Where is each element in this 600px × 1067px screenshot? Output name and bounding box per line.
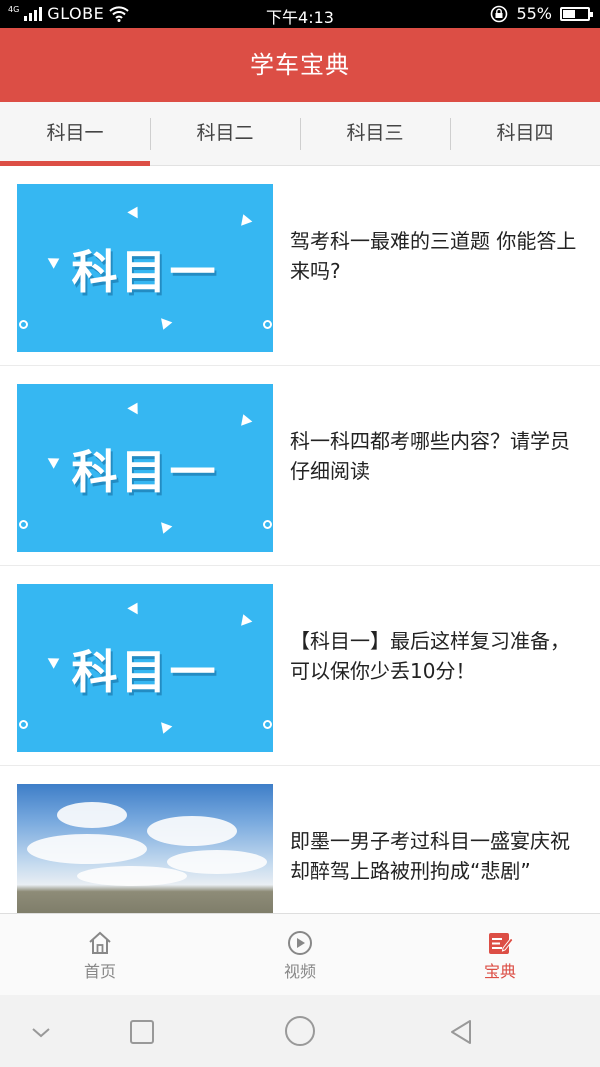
tab-label: 科目三 — [346, 122, 404, 144]
thumbnail-text: 科目一 — [71, 245, 219, 299]
nav-label: 首页 — [83, 962, 116, 981]
nav-label: 宝典 — [483, 962, 516, 981]
tab-subject-2[interactable]: 科目二 — [150, 102, 300, 165]
article-photo — [17, 784, 273, 913]
chevron-down-icon[interactable] — [26, 1017, 56, 1047]
battery-icon — [560, 6, 593, 21]
nav-video[interactable]: 视频 — [200, 914, 400, 995]
article-title: 【科目一】最后这样复习准备，可以保你少丢10分！ — [290, 629, 570, 683]
list-item[interactable]: 科目一 【科目一】最后这样复习准备，可以保你少丢10分！ — [0, 566, 600, 766]
tab-subject-1[interactable]: 科目一 — [0, 102, 150, 166]
subject-tabs: 科目一 科目二 科目三 科目四 — [0, 102, 600, 166]
notebook-edit-icon — [489, 933, 513, 954]
list-item[interactable]: 即墨一男子考过科目一盛宴庆祝却醉驾上路被刑拘成“悲剧” — [0, 766, 600, 913]
tab-label: 科目一 — [46, 122, 104, 144]
home-circle-icon[interactable] — [283, 1014, 317, 1048]
battery-level — [563, 9, 576, 18]
thumbnail-text: 科目一 — [71, 645, 219, 699]
system-nav-bar — [0, 995, 600, 1067]
list-item[interactable]: 科目一 驾考科一最难的三道题 你能答上来吗? — [0, 166, 600, 366]
tab-label: 科目四 — [496, 122, 554, 144]
article-thumbnail: 科目一 — [17, 384, 273, 552]
page-title: 学车宝典 — [250, 51, 350, 79]
nav-label: 视频 — [283, 962, 316, 981]
article-list: 科目一 驾考科一最难的三道题 你能答上来吗? 科目一 科一科四都考哪些内容？请学… — [0, 166, 600, 913]
tab-subject-4[interactable]: 科目四 — [450, 102, 600, 165]
battery-percent: 55% — [516, 4, 552, 23]
article-thumbnail: 科目一 — [17, 184, 273, 352]
article-title: 驾考科一最难的三道题 你能答上来吗? — [290, 229, 577, 283]
list-item[interactable]: 科目一 科一科四都考哪些内容？请学员仔细阅读 — [0, 366, 600, 566]
recents-square-icon[interactable] — [127, 1017, 157, 1047]
nav-home[interactable]: 首页 — [0, 914, 200, 995]
article-title: 即墨一男子考过科目一盛宴庆祝却醉驾上路被刑拘成“悲剧” — [290, 829, 570, 883]
bottom-nav: 首页 视频 宝典 — [0, 913, 600, 995]
back-triangle-icon[interactable] — [446, 1017, 476, 1047]
thumbnail-text: 科目一 — [71, 445, 219, 499]
article-thumbnail: 科目一 — [17, 584, 273, 752]
play-icon — [288, 931, 312, 955]
rotation-lock-icon — [491, 5, 508, 22]
tab-label: 科目二 — [196, 122, 254, 144]
tab-subject-3[interactable]: 科目三 — [300, 102, 450, 165]
home-icon — [89, 931, 111, 954]
nav-handbook[interactable]: 宝典 — [400, 914, 600, 995]
app-header: 学车宝典 — [0, 28, 600, 102]
status-bar: 4G GLOBE 下午4:13 55% — [0, 0, 600, 28]
article-title: 科一科四都考哪些内容？请学员仔细阅读 — [290, 429, 570, 483]
